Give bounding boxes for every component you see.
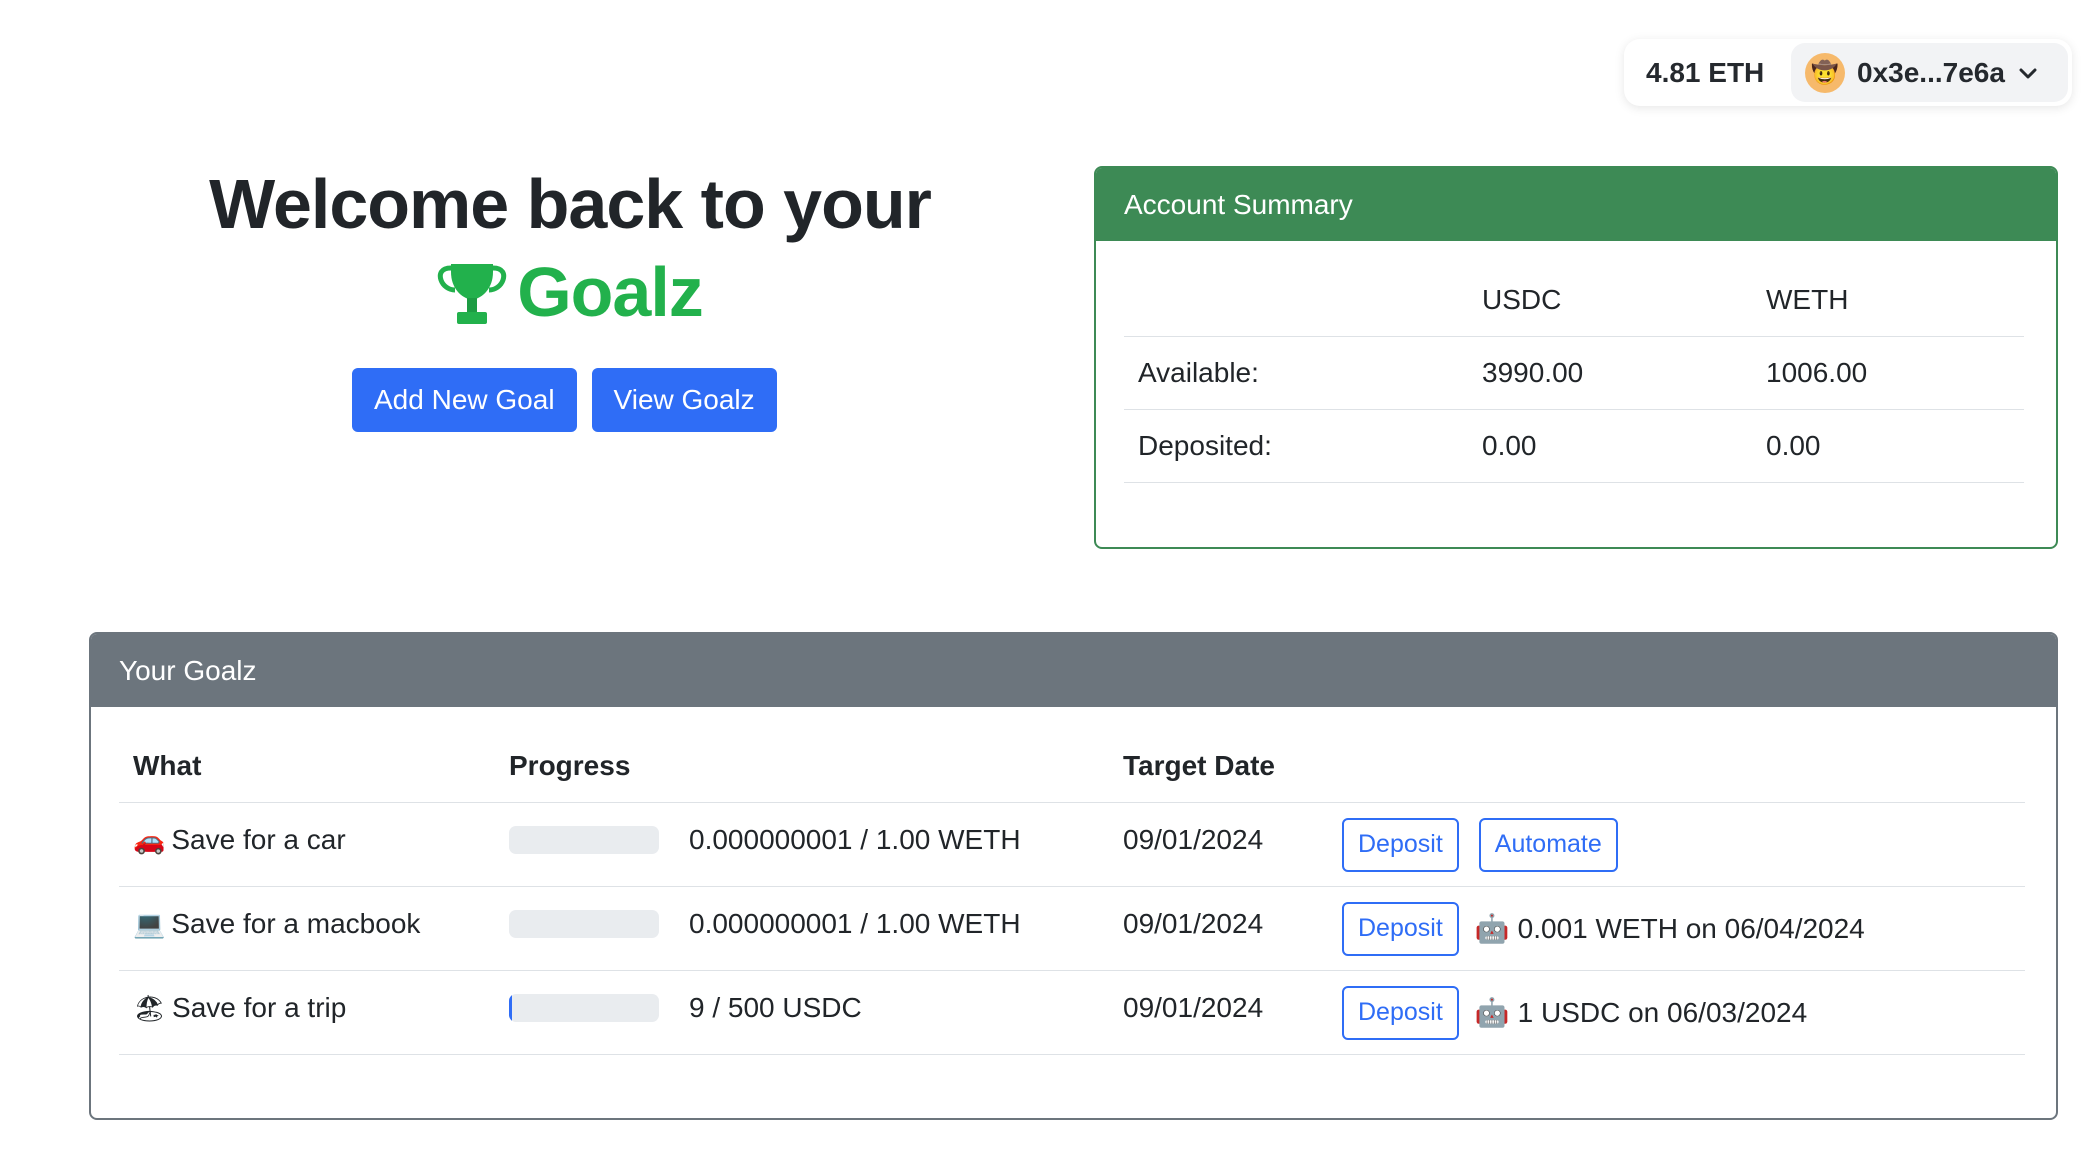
summary-row-deposited: Deposited: 0.00 0.00 (1124, 409, 2024, 483)
summary-header-blank (1124, 264, 1468, 337)
add-new-goal-button[interactable]: Add New Goal (352, 368, 577, 432)
table-row: 💻 Save for a macbook 0.000000001 / 1.00 W… (119, 886, 2025, 971)
deposit-button[interactable]: Deposit (1342, 817, 1459, 872)
wallet-balance: 4.81 ETH (1646, 56, 1765, 88)
deposit-button[interactable]: Deposit (1342, 985, 1459, 1040)
progress-fill (509, 993, 512, 1022)
brand-name: Goalz (517, 253, 704, 331)
progress-text: 9 / 500 USDC (689, 991, 862, 1023)
automation-text: 0.001 WETH on 06/04/2024 (1517, 912, 1865, 944)
brand-heading: Goalz (90, 248, 1050, 336)
automate-button[interactable]: Automate (1478, 817, 1618, 872)
table-row: 🚗 Save for a car 0.000000001 / 1.00 WETH … (119, 802, 2025, 887)
automation-info: 🤖 0.001 WETH on 06/04/2024 (1475, 912, 1865, 945)
goal-target-date: 09/01/2024 (1109, 970, 1328, 1055)
goal-actions-cell: Deposit 🤖 0.001 WETH on 06/04/2024 (1328, 886, 2025, 971)
summary-row-available: Available: 3990.00 1006.00 (1124, 336, 2024, 410)
goal-target-date: 09/01/2024 (1109, 802, 1328, 887)
goal-name: Save for a car (171, 823, 346, 855)
summary-weth-value: 0.00 (1752, 409, 2024, 483)
table-row: 🏖 Save for a trip 9 / 500 USDC 09/01/2024… (119, 970, 2025, 1055)
summary-usdc-value: 0.00 (1468, 409, 1752, 483)
beach-icon: 🏖 (133, 992, 167, 1023)
progress-text: 0.000000001 / 1.00 WETH (689, 823, 1021, 855)
goal-what-cell: 🚗 Save for a car (119, 802, 495, 887)
goalz-title: Your Goalz (91, 634, 2056, 707)
goalz-header-row: What Progress Target Date (119, 730, 2025, 803)
goal-progress-cell: 0.000000001 / 1.00 WETH (495, 802, 1109, 887)
progress-bar (509, 825, 659, 854)
laptop-icon: 💻 (133, 908, 166, 939)
header-target-date: Target Date (1109, 730, 1328, 803)
wallet-address: 0x3e...7e6a (1857, 56, 2005, 88)
goal-what-cell: 💻 Save for a macbook (119, 886, 495, 971)
hero-actions: Add New Goal View Goalz (352, 368, 777, 432)
trophy-icon (438, 264, 507, 324)
goal-name: Save for a macbook (171, 907, 421, 939)
header-what: What (119, 730, 495, 803)
view-goalz-button[interactable]: View Goalz (591, 368, 777, 432)
goal-target-date: 09/01/2024 (1109, 886, 1328, 971)
chevron-down-icon (2019, 68, 2037, 78)
goal-progress-cell: 0.000000001 / 1.00 WETH (495, 886, 1109, 971)
automation-info: 🤖 1 USDC on 06/03/2024 (1475, 996, 1807, 1029)
header-actions (1328, 730, 2025, 803)
wallet-widget[interactable]: 4.81 ETH 🤠 0x3e...7e6a (1624, 39, 2072, 106)
robot-icon: 🤖 (1474, 913, 1510, 944)
goal-name: Save for a trip (172, 991, 347, 1023)
progress-bar (509, 909, 659, 938)
progress-bar (509, 993, 659, 1022)
account-button[interactable]: 🤠 0x3e...7e6a (1791, 43, 2068, 102)
account-summary-card: Account Summary USDC WETH Available: 399… (1094, 166, 2058, 549)
goal-what-cell: 🏖 Save for a trip (119, 970, 495, 1055)
account-summary-title: Account Summary (1096, 168, 2056, 241)
goal-actions-cell: Deposit Automate (1328, 802, 2025, 887)
goal-actions-cell: Deposit 🤖 1 USDC on 06/03/2024 (1328, 970, 2025, 1055)
deposit-button[interactable]: Deposit (1342, 901, 1459, 956)
robot-icon: 🤖 (1474, 997, 1510, 1028)
summary-weth-value: 1006.00 (1752, 336, 2024, 410)
summary-header-weth: WETH (1752, 264, 2024, 337)
header-progress: Progress (495, 730, 1109, 803)
goalz-card: Your Goalz What Progress Target Date 🚗 Sa… (89, 632, 2058, 1120)
summary-table: USDC WETH Available: 3990.00 1006.00 Dep… (1124, 264, 2024, 483)
summary-row-label: Deposited: (1124, 409, 1468, 483)
car-icon: 🚗 (133, 824, 166, 855)
avatar: 🤠 (1805, 52, 1845, 93)
hero-section: Welcome back to your Goalz (90, 160, 1050, 336)
page-title: Welcome back to your (209, 165, 932, 243)
goalz-table: What Progress Target Date 🚗 Save for a ca… (119, 730, 2025, 1055)
summary-row-label: Available: (1124, 336, 1468, 410)
progress-text: 0.000000001 / 1.00 WETH (689, 907, 1021, 939)
summary-header-row: USDC WETH (1124, 264, 2024, 337)
summary-usdc-value: 3990.00 (1468, 336, 1752, 410)
app-page: 4.81 ETH 🤠 0x3e...7e6a Welcome back to y… (0, 0, 2092, 1160)
summary-header-usdc: USDC (1468, 264, 1752, 337)
automation-text: 1 USDC on 06/03/2024 (1517, 996, 1808, 1028)
goal-progress-cell: 9 / 500 USDC (495, 970, 1109, 1055)
